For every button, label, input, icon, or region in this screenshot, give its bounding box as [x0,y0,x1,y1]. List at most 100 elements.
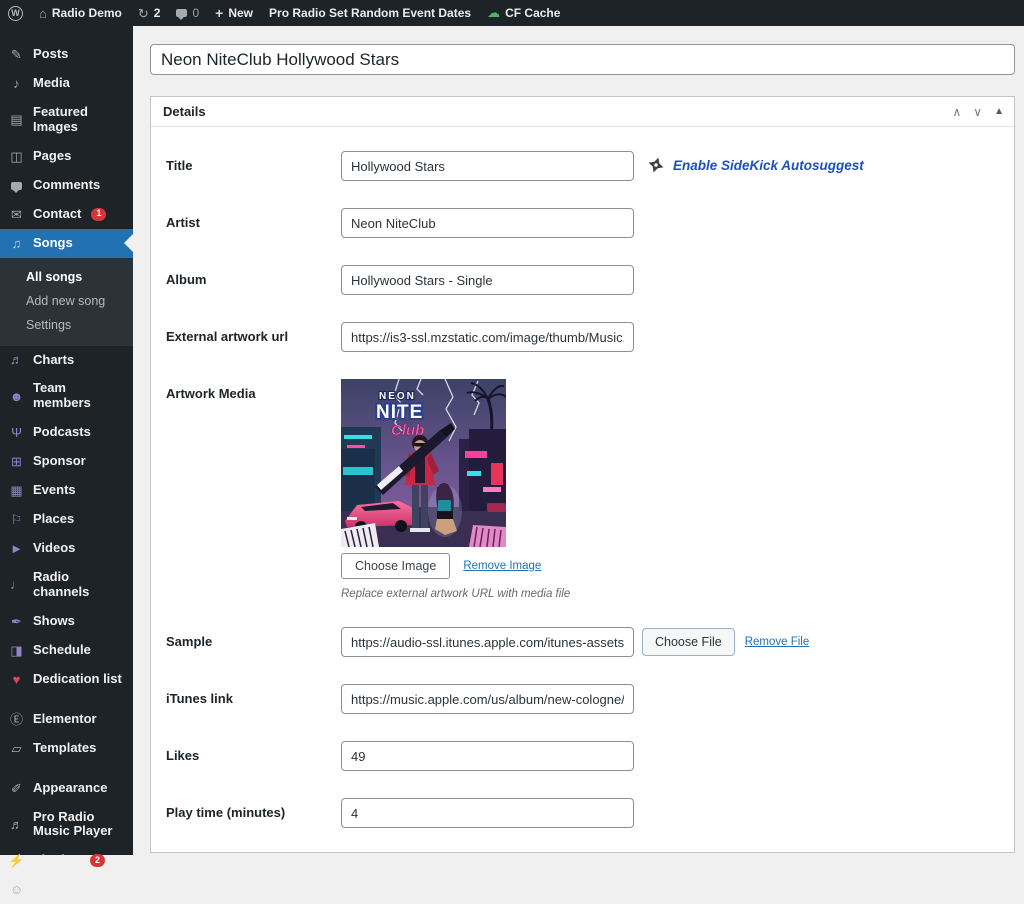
field-row-sample: Sample Choose File Remove File [166,627,1002,657]
field-row-artwork-media: Artwork Media [166,379,1002,600]
chart-music-icon: ♬ [8,353,25,366]
updates-menu[interactable]: ↻ 2 [130,0,169,26]
comment-bubble-icon [176,9,187,17]
move-up-button[interactable]: ∧ [953,106,962,118]
users-label: Users [33,882,69,897]
details-metabox: Details ∧ ∨ ▲ Title Enable Sid [150,96,1015,853]
choose-file-button[interactable]: Choose File [642,628,735,656]
shuriken-icon [646,155,666,175]
sidebar-item-radio-channels[interactable]: ♩ Radio channels [0,563,133,607]
sidebar-item-sponsor[interactable]: ⊞ Sponsor [0,447,133,476]
enable-sidekick-autosuggest-link[interactable]: Enable SideKick Autosuggest [673,158,864,173]
user-icon: ☺ [8,883,25,896]
field-row-title: Title Enable SideKick Autosuggest [166,151,1002,181]
sidebar-item-contact[interactable]: ✉ Contact 1 [0,200,133,229]
submenu-item-add-new-song[interactable]: Add new song [0,289,133,313]
sidebar-item-shows[interactable]: ✒ Shows [0,607,133,636]
itunes-link-label: iTunes link [166,684,341,706]
sidebar-item-charts[interactable]: ♬ Charts [0,346,133,375]
move-down-button[interactable]: ∨ [973,106,982,118]
admin-sidebar: ✎ Posts ♪ Media ▤ Featured Images ◫ Page… [0,26,133,855]
sample-field-label: Sample [166,627,341,649]
external-artwork-url-input[interactable] [341,322,634,352]
submenu-item-settings[interactable]: Settings [0,313,133,337]
sidebar-item-elementor[interactable]: Ⓔ Elementor [0,705,133,734]
videos-label: Videos [33,541,75,556]
dedication-list-label: Dedication list [33,672,122,687]
sidebar-item-videos[interactable]: ► Videos [0,534,133,563]
sidebar-item-dedication-list[interactable]: ♥ Dedication list [0,665,133,694]
sidebar-item-podcasts[interactable]: Ψ Podcasts [0,418,133,447]
sidebar-item-pages[interactable]: ◫ Pages [0,142,133,171]
new-content-menu[interactable]: + New [207,0,261,26]
media-icon: ♪ [8,77,25,90]
menu-separator [0,694,133,705]
comment-bubble-icon [8,179,25,192]
sidebar-item-songs[interactable]: ♫ Songs [0,229,133,258]
sidebar-item-appearance[interactable]: ✐ Appearance [0,774,133,803]
choose-image-button[interactable]: Choose Image [341,553,450,579]
external-artwork-url-label: External artwork url [166,322,341,344]
events-label: Events [33,483,76,498]
sponsor-label: Sponsor [33,454,86,469]
post-title-input[interactable] [150,44,1015,75]
play-time-input[interactable] [341,798,634,828]
sample-field-input[interactable] [341,627,634,657]
music-note-icon: ♬ [8,818,25,831]
content-area: Details ∧ ∨ ▲ Title Enable Sid [133,26,1024,855]
songs-label: Songs [33,236,73,251]
album-field-input[interactable] [341,265,634,295]
radio-channels-label: Radio channels [33,570,125,600]
plugins-count-badge: 2 [90,854,105,867]
toggle-panel-button[interactable]: ▲ [994,107,1004,117]
pen-note-icon: ✒ [8,615,25,628]
featured-images-label: Featured Images [33,105,125,135]
metabox-header[interactable]: Details ∧ ∨ ▲ [151,97,1014,127]
pages-icon: ◫ [8,150,25,163]
person-icon: ☻ [8,390,25,403]
appearance-label: Appearance [33,781,107,796]
remove-image-link[interactable]: Remove Image [463,560,541,572]
sidebar-item-comments[interactable]: Comments [0,171,133,200]
itunes-link-input[interactable] [341,684,634,714]
cf-cache-menu[interactable]: ☁ CF Cache [479,0,568,26]
field-row-itunes-link: iTunes link [166,684,1002,714]
sidebar-item-users[interactable]: ☺ Users [0,875,133,904]
contact-label: Contact [33,207,81,222]
sidebar-item-templates[interactable]: ▱ Templates [0,734,133,763]
music-notes-icon: ♫ [8,237,25,250]
podcasts-label: Podcasts [33,425,91,440]
contact-count-badge: 1 [91,208,106,221]
sidebar-item-schedule[interactable]: ◨ Schedule [0,636,133,665]
sidebar-item-plugins[interactable]: ⚡ Plugins 2 [0,846,133,875]
wordpress-logo-menu[interactable]: W [0,0,31,26]
site-name-label: Radio Demo [52,6,122,20]
cover-title-neon: NEON [379,391,416,402]
home-icon: ⌂ [39,7,47,20]
pro-radio-event-dates-menu[interactable]: Pro Radio Set Random Event Dates [261,0,479,26]
likes-field-input[interactable] [341,741,634,771]
sidebar-item-pro-radio-music-player[interactable]: ♬ Pro Radio Music Player [0,803,133,847]
heart-icon: ♥ [8,673,25,686]
wordpress-logo-icon: W [8,6,23,21]
plugins-label: Plugins [33,853,80,868]
sidebar-item-posts[interactable]: ✎ Posts [0,40,133,69]
field-row-play-time: Play time (minutes) [166,798,1002,828]
artist-field-input[interactable] [341,208,634,238]
sidebar-item-events[interactable]: ▦ Events [0,476,133,505]
comments-menu[interactable]: 0 [168,0,207,26]
remove-file-link[interactable]: Remove File [745,636,810,648]
shows-label: Shows [33,614,75,629]
likes-field-label: Likes [166,741,341,763]
sidebar-item-team-members[interactable]: ☻ Team members [0,374,133,418]
title-field-input[interactable] [341,151,634,181]
new-label: New [228,6,253,20]
submenu-item-all-songs[interactable]: All songs [0,265,133,289]
sidebar-item-featured-images[interactable]: ▤ Featured Images [0,98,133,142]
site-name-menu[interactable]: ⌂ Radio Demo [31,0,130,26]
metabox-title: Details [163,104,206,119]
title-field-label: Title [166,151,341,173]
sidebar-item-media[interactable]: ♪ Media [0,69,133,98]
sidebar-item-places[interactable]: ⚐ Places [0,505,133,534]
updates-count: 2 [154,6,161,20]
